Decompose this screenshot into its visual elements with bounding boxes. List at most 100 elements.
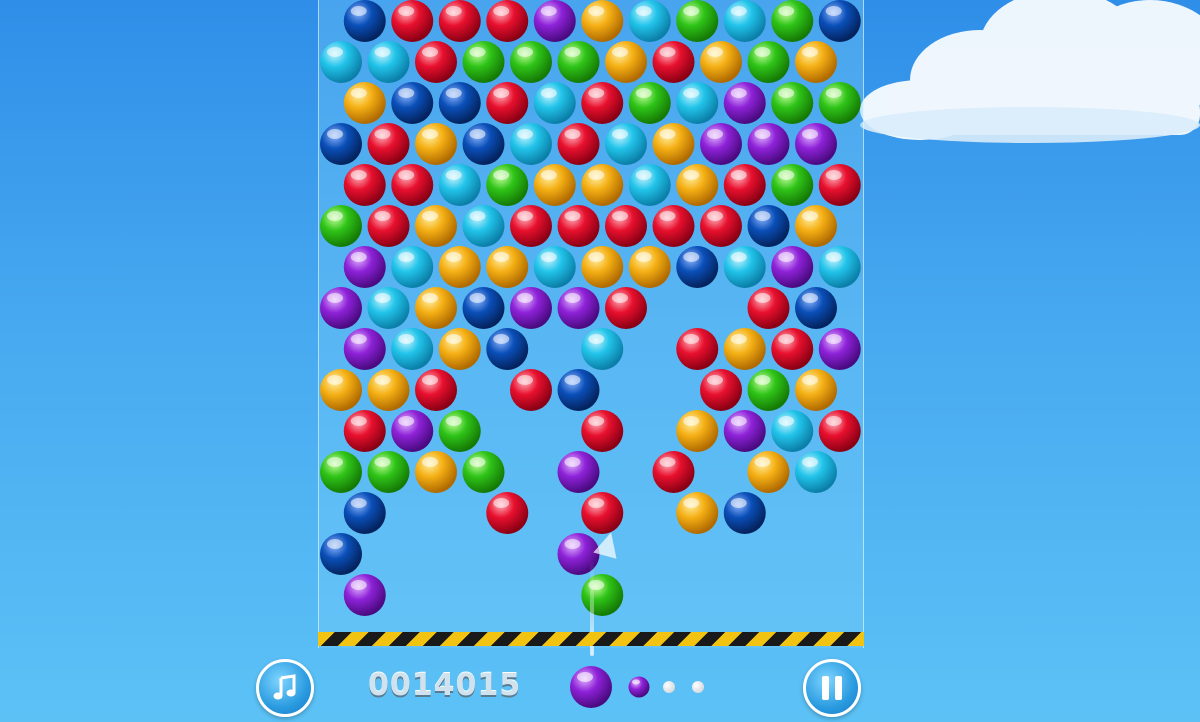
bubble-yellow bbox=[581, 0, 624, 42]
bubble-purple bbox=[343, 246, 386, 288]
bubble-green bbox=[462, 41, 505, 83]
bubble-red bbox=[747, 287, 790, 329]
bubble-purple bbox=[557, 451, 600, 493]
bubble-blue bbox=[320, 123, 362, 165]
bubble-yellow bbox=[343, 82, 386, 124]
bubble-green bbox=[320, 205, 362, 247]
bubble-green bbox=[747, 369, 790, 411]
bubble-yellow bbox=[581, 164, 624, 206]
bubble-red bbox=[367, 123, 410, 165]
bubble-cyan bbox=[676, 82, 719, 124]
bubble-red bbox=[581, 492, 624, 534]
bubble-blue bbox=[343, 0, 386, 42]
bubble-grid bbox=[320, 0, 861, 616]
bubble-green bbox=[320, 451, 362, 493]
bubble-cyan bbox=[367, 287, 410, 329]
bubble-red bbox=[818, 164, 861, 206]
bubble-yellow bbox=[676, 164, 719, 206]
bubble-blue bbox=[795, 287, 837, 329]
bubble-red bbox=[510, 369, 552, 411]
bubble-purple bbox=[723, 410, 766, 452]
bubble-yellow bbox=[367, 369, 410, 411]
bubble-blue bbox=[320, 533, 362, 575]
bubble-red bbox=[391, 0, 434, 42]
bubble-red bbox=[391, 164, 434, 206]
bubble-blue bbox=[747, 205, 790, 247]
bubble-red bbox=[438, 0, 481, 42]
bubble-blue bbox=[486, 328, 529, 370]
bubble-yellow bbox=[795, 41, 837, 83]
bubble-purple bbox=[700, 123, 742, 165]
bubble-blue bbox=[391, 82, 434, 124]
bubble-cyan bbox=[581, 328, 624, 370]
bubble-purple bbox=[747, 123, 790, 165]
bubble-purple bbox=[343, 328, 386, 370]
bubble-cyan bbox=[723, 246, 766, 288]
bubble-purple bbox=[343, 574, 386, 616]
bubble-green bbox=[818, 82, 861, 124]
bubble-green bbox=[581, 574, 624, 616]
bubble-cyan bbox=[605, 123, 647, 165]
next-bubble bbox=[628, 676, 650, 698]
bubble-red bbox=[367, 205, 410, 247]
bubble-yellow bbox=[795, 205, 837, 247]
bubble-purple bbox=[320, 287, 362, 329]
queue-dot bbox=[663, 681, 675, 693]
bubble-red bbox=[581, 82, 624, 124]
bubble-red bbox=[486, 82, 529, 124]
bubble-red bbox=[415, 41, 457, 83]
bubble-cyan bbox=[723, 0, 766, 42]
bubble-blue bbox=[462, 287, 505, 329]
bubble-yellow bbox=[320, 369, 362, 411]
bubble-yellow bbox=[415, 451, 457, 493]
bubble-yellow bbox=[676, 492, 719, 534]
bubble-green bbox=[486, 164, 529, 206]
bubble-green bbox=[510, 41, 552, 83]
bubble-cyan bbox=[533, 82, 576, 124]
bubble-yellow bbox=[486, 246, 529, 288]
bubble-red bbox=[510, 205, 552, 247]
bubble-cyan bbox=[462, 205, 505, 247]
music-note-icon bbox=[273, 674, 296, 700]
bubble-cyan bbox=[391, 328, 434, 370]
bubble-red bbox=[676, 328, 719, 370]
bubble-green bbox=[771, 0, 814, 42]
bubble-cyan bbox=[438, 164, 481, 206]
bubble-green bbox=[676, 0, 719, 42]
bubble-green bbox=[438, 410, 481, 452]
bubble-cyan bbox=[391, 246, 434, 288]
bubble-yellow bbox=[605, 41, 647, 83]
bubble-red bbox=[818, 410, 861, 452]
bubble-yellow bbox=[533, 164, 576, 206]
pause-button[interactable] bbox=[803, 659, 861, 717]
bubble-yellow bbox=[581, 246, 624, 288]
bubble-green bbox=[628, 82, 671, 124]
bubble-red bbox=[700, 205, 742, 247]
bubble-cyan bbox=[795, 451, 837, 493]
bubble-cyan bbox=[771, 410, 814, 452]
bubble-purple bbox=[795, 123, 837, 165]
bubble-yellow bbox=[628, 246, 671, 288]
bubble-red bbox=[605, 287, 647, 329]
bubble-purple bbox=[557, 287, 600, 329]
bubble-green bbox=[771, 164, 814, 206]
bubble-yellow bbox=[700, 41, 742, 83]
bubble-red bbox=[605, 205, 647, 247]
bubble-green bbox=[747, 41, 790, 83]
bubble-yellow bbox=[438, 246, 481, 288]
pause-icon bbox=[822, 676, 842, 700]
bubble-yellow bbox=[415, 123, 457, 165]
bubble-yellow bbox=[415, 205, 457, 247]
bubble-blue bbox=[343, 492, 386, 534]
bubble-green bbox=[462, 451, 505, 493]
bubble-red bbox=[652, 451, 695, 493]
bubble-green bbox=[557, 41, 600, 83]
bubble-cyan bbox=[818, 246, 861, 288]
bubble-red bbox=[771, 328, 814, 370]
bubble-red bbox=[343, 164, 386, 206]
queue-dot bbox=[692, 681, 704, 693]
score-display: 0014015 bbox=[368, 668, 522, 703]
bubble-red bbox=[486, 492, 529, 534]
music-toggle-button[interactable] bbox=[256, 659, 314, 717]
bubble-blue bbox=[462, 123, 505, 165]
